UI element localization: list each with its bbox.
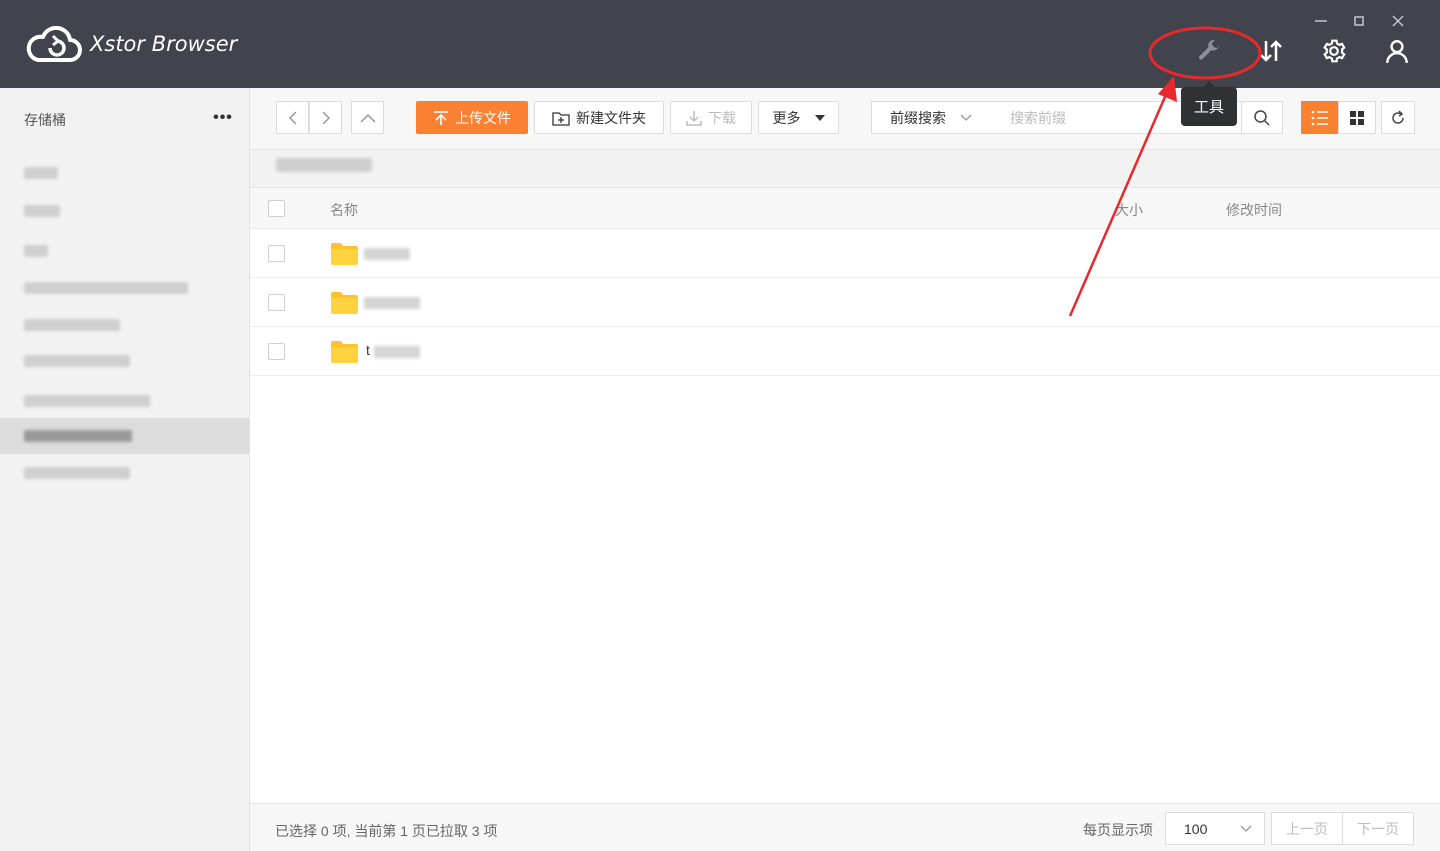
- up-level-button[interactable]: [351, 101, 384, 134]
- folder-icon: [331, 243, 358, 265]
- download-label: 下载: [708, 109, 736, 126]
- cloud-logo-icon: [26, 26, 82, 62]
- table-row[interactable]: t: [250, 327, 1440, 376]
- folder-icon: [331, 292, 358, 314]
- table-row[interactable]: [250, 229, 1440, 278]
- toolbar: 上传文件 新建文件夹 下载 更多 前缀搜索: [250, 88, 1440, 150]
- close-icon[interactable]: [1385, 8, 1411, 34]
- bucket-item[interactable]: [0, 343, 249, 379]
- bucket-item-selected[interactable]: [0, 418, 249, 454]
- footer-bar: 已选择 0 项, 当前第 1 页已拉取 3 项 每页显示项 100 上一页 下一…: [250, 803, 1440, 851]
- app-title: Xstor Browser: [90, 32, 238, 56]
- download-button[interactable]: 下载: [670, 101, 752, 134]
- bucket-item[interactable]: [0, 155, 249, 191]
- folder-icon: [331, 341, 358, 363]
- bucket-item[interactable]: [0, 455, 249, 491]
- minimize-icon[interactable]: [1308, 8, 1334, 34]
- upload-icon: [434, 110, 448, 125]
- download-icon: [686, 110, 702, 126]
- forward-button[interactable]: [309, 101, 342, 134]
- tools-tooltip: 工具: [1181, 81, 1237, 126]
- breadcrumb: [250, 150, 1440, 188]
- per-page-select[interactable]: 100: [1165, 812, 1265, 845]
- refresh-icon: [1392, 109, 1404, 124]
- table-header: 名称 大小 修改时间: [250, 188, 1440, 229]
- search-icon: [1254, 109, 1270, 126]
- list-icon: [1311, 110, 1328, 125]
- chevron-left-icon: [288, 110, 297, 125]
- column-modified[interactable]: 修改时间: [1226, 200, 1282, 220]
- bucket-item[interactable]: [0, 233, 249, 269]
- title-bar: Xstor Browser: [0, 0, 1440, 88]
- bucket-item[interactable]: [0, 270, 249, 306]
- new-folder-icon: [552, 111, 570, 126]
- more-options-button[interactable]: •••: [210, 106, 236, 130]
- maximize-icon[interactable]: [1346, 8, 1372, 34]
- row-checkbox[interactable]: [268, 245, 285, 262]
- refresh-button[interactable]: [1381, 101, 1415, 134]
- grid-view-button[interactable]: [1338, 101, 1376, 134]
- chevron-right-icon: [321, 110, 330, 125]
- bucket-item[interactable]: [0, 383, 249, 419]
- folder-name: t: [366, 342, 370, 358]
- column-name[interactable]: 名称: [330, 200, 358, 220]
- row-checkbox[interactable]: [268, 294, 285, 311]
- per-page-label: 每页显示项: [1083, 822, 1153, 838]
- table-row[interactable]: [250, 278, 1440, 327]
- user-icon[interactable]: [1380, 34, 1414, 68]
- list-view-button[interactable]: [1301, 101, 1339, 134]
- chevron-down-icon: [960, 114, 972, 121]
- transfer-icon[interactable]: [1254, 34, 1288, 68]
- more-label: 更多: [772, 109, 801, 126]
- search-type-label: 前缀搜索: [890, 109, 946, 126]
- wrench-icon[interactable]: [1192, 34, 1226, 68]
- new-folder-label: 新建文件夹: [576, 109, 646, 126]
- chevron-up-icon: [359, 113, 376, 123]
- select-all-checkbox[interactable]: [268, 200, 285, 217]
- per-page-value: 100: [1184, 820, 1208, 837]
- bucket-sidebar: 存储桶 •••: [0, 88, 250, 851]
- upload-label: 上传文件: [455, 109, 511, 126]
- bucket-item[interactable]: [0, 307, 249, 343]
- chevron-down-icon: [1240, 825, 1252, 832]
- new-folder-button[interactable]: 新建文件夹: [534, 101, 664, 134]
- sidebar-title: 存储桶: [24, 112, 66, 128]
- grid-icon: [1350, 110, 1364, 125]
- upload-file-button[interactable]: 上传文件: [416, 101, 528, 134]
- prev-page-button[interactable]: 上一页: [1271, 812, 1343, 845]
- search-type-select[interactable]: 前缀搜索: [871, 101, 993, 134]
- back-button[interactable]: [276, 101, 309, 134]
- gear-icon[interactable]: [1317, 34, 1351, 68]
- row-checkbox[interactable]: [268, 343, 285, 360]
- column-size[interactable]: 大小: [1115, 200, 1143, 220]
- bucket-item[interactable]: [0, 193, 249, 229]
- breadcrumb-path[interactable]: [276, 158, 372, 172]
- search-button[interactable]: [1241, 101, 1283, 134]
- more-dropdown-button[interactable]: 更多: [758, 101, 839, 134]
- next-page-button[interactable]: 下一页: [1342, 812, 1414, 845]
- selection-status: 已选择 0 项, 当前第 1 页已拉取 3 项: [275, 823, 498, 839]
- caret-down-icon: [814, 114, 825, 121]
